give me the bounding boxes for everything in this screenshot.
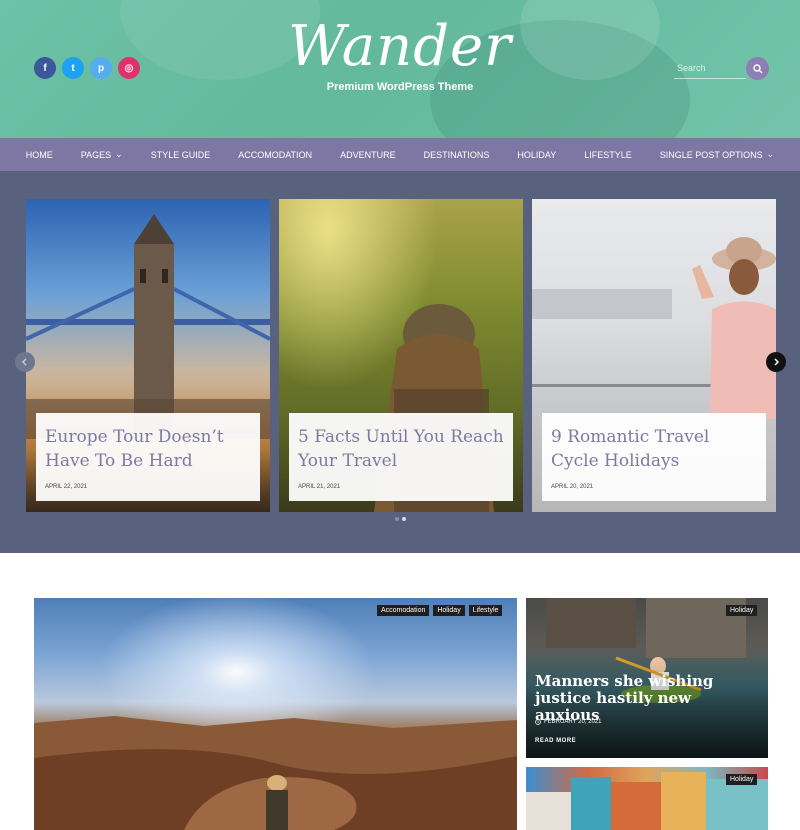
nav-item-label: HOLIDAY — [517, 149, 557, 160]
site-header: f t p ◎ Wander Premium WordPress Theme — [0, 0, 800, 138]
tag-holiday[interactable]: Holiday — [726, 605, 758, 616]
slider-next-button[interactable] — [766, 352, 786, 372]
nav-item-label: ACCOMODATION — [238, 149, 313, 160]
search-input[interactable] — [674, 57, 746, 79]
post-date: FEBRUARY 20, 2021 — [544, 719, 602, 725]
slider-dot-active[interactable] — [402, 517, 406, 521]
tag-holiday[interactable]: Holiday — [726, 774, 758, 785]
canyon-illustration — [34, 716, 517, 830]
slider-pagination — [395, 517, 406, 521]
slide-date: APRIL 21, 2021 — [298, 484, 341, 490]
slide-caption: 5 Facts Until You Reach Your Travel APRI… — [289, 413, 513, 501]
search-form — [674, 57, 769, 80]
slide-caption: 9 Romantic Travel Cycle Holidays APRIL 2… — [542, 413, 766, 501]
clock-icon — [535, 719, 541, 725]
slide-title[interactable]: 5 Facts Until You Reach Your Travel — [298, 425, 504, 473]
nav-item-adventure[interactable]: ADVENTURE — [326, 150, 410, 160]
slide-card[interactable]: 9 Romantic Travel Cycle Holidays APRIL 2… — [532, 199, 776, 512]
post-tags: Accomodation Holiday Lifestyle — [377, 605, 503, 616]
nav-item-label: PAGES — [80, 149, 112, 160]
chevron-right-icon — [774, 358, 780, 366]
slide-date: APRIL 20, 2021 — [551, 484, 594, 490]
chevron-left-icon — [21, 358, 27, 366]
tag-lifestyle[interactable]: Lifestyle — [468, 605, 503, 616]
search-button[interactable] — [746, 57, 769, 80]
post-tags: Holiday — [726, 774, 758, 785]
featured-big-post[interactable]: Accomodation Holiday Lifestyle — [34, 598, 517, 830]
nav-item-label: SINGLE POST OPTIONS — [659, 149, 763, 160]
nav-item-holiday[interactable]: HOLIDAY — [503, 150, 570, 160]
slide-date: APRIL 22, 2021 — [45, 484, 88, 490]
nav-item-style-guide[interactable]: STYLE GUIDE — [137, 150, 225, 160]
slider-dot[interactable] — [395, 517, 399, 521]
nav-item-lifestyle[interactable]: LIFESTYLE — [570, 150, 646, 160]
search-icon — [752, 63, 762, 73]
slide-title[interactable]: 9 Romantic Travel Cycle Holidays — [551, 425, 757, 473]
site-tagline: Premium WordPress Theme — [326, 81, 474, 93]
nav-item-label: HOME — [25, 149, 53, 160]
slide-card[interactable]: Europe Tour Doesn’t Have To Be Hard APRI… — [26, 199, 270, 512]
post-tags: Holiday — [726, 605, 758, 616]
tag-holiday[interactable]: Holiday — [433, 605, 465, 616]
nav-item-home[interactable]: HOME — [12, 150, 67, 160]
nav-item-label: DESTINATIONS — [423, 149, 490, 160]
nav-item-accomodation[interactable]: ACCOMODATION — [224, 150, 326, 160]
nav-item-pages[interactable]: PAGES ⌄ — [67, 149, 137, 160]
nav-item-label: STYLE GUIDE — [150, 149, 211, 160]
post-meta: FEBRUARY 20, 2021 — [535, 719, 601, 725]
chevron-down-icon: ⌄ — [115, 149, 123, 159]
chevron-down-icon: ⌄ — [766, 149, 775, 159]
slide-caption: Europe Tour Doesn’t Have To Be Hard APRI… — [36, 413, 260, 501]
nav-item-single-post-options[interactable]: SINGLE POST OPTIONS ⌄ — [646, 149, 788, 160]
side-post[interactable]: Holiday — [526, 767, 768, 830]
tag-accomodation[interactable]: Accomodation — [377, 605, 430, 616]
slide-title[interactable]: Europe Tour Doesn’t Have To Be Hard — [45, 425, 251, 473]
featured-slider: Europe Tour Doesn’t Have To Be Hard APRI… — [0, 171, 800, 553]
nav-item-label: LIFESTYLE — [584, 149, 632, 160]
slider-prev-button[interactable] — [15, 352, 35, 372]
side-post[interactable]: Holiday Manners she wishing justice hast… — [526, 598, 768, 758]
read-more-link[interactable]: READ MORE — [535, 738, 576, 744]
post-title[interactable]: Manners she wishing justice hastily new … — [535, 673, 760, 724]
main-navigation: HOME PAGES ⌄ STYLE GUIDE ACCOMODATION ADV… — [0, 138, 800, 171]
slide-card[interactable]: 5 Facts Until You Reach Your Travel APRI… — [279, 199, 523, 512]
nav-item-destinations[interactable]: DESTINATIONS — [410, 150, 504, 160]
nav-item-label: ADVENTURE — [340, 149, 396, 160]
